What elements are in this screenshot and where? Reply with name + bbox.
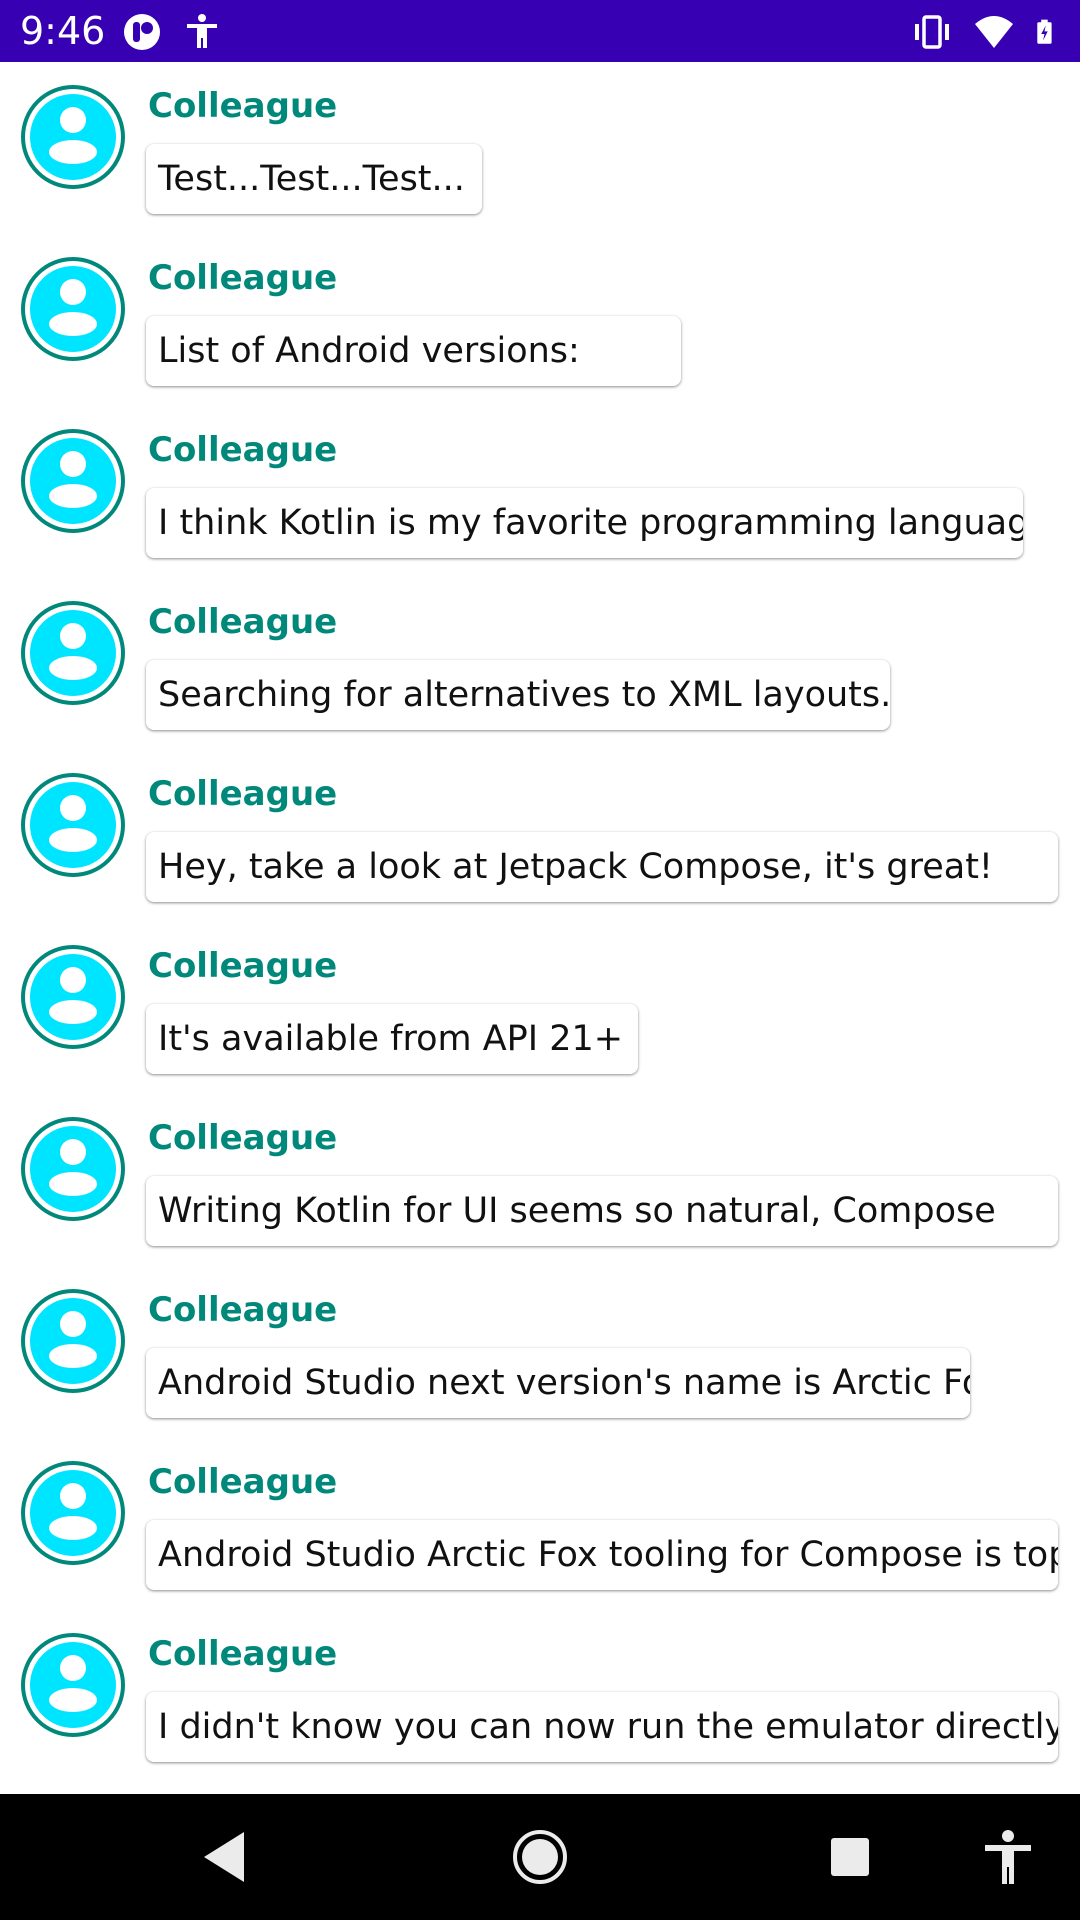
wifi-icon — [975, 16, 1013, 48]
message-bubble: I didn't know you can now run the emulat… — [146, 1692, 1058, 1762]
sender-name: Colleague — [148, 1634, 338, 1674]
vibrate-icon — [915, 15, 949, 49]
message-item[interactable]: Colleague Hey, take a look at Jetpack Co… — [0, 750, 1080, 922]
sender-name: Colleague — [148, 430, 338, 470]
message-item[interactable]: Colleague Searching for alternatives to … — [0, 578, 1080, 750]
message-item[interactable]: Colleague I didn't know you can now run … — [0, 1610, 1080, 1782]
accessibility-icon — [187, 14, 217, 48]
avatar-profile-icon — [21, 945, 125, 1049]
back-icon[interactable] — [192, 1824, 258, 1890]
notification-app-icon — [124, 14, 160, 50]
avatar-profile-icon — [21, 601, 125, 705]
avatar-profile-icon — [21, 1117, 125, 1221]
home-icon[interactable] — [507, 1824, 573, 1890]
message-bubble: Hey, take a look at Jetpack Compose, it'… — [146, 832, 1058, 902]
accessibility-icon[interactable] — [975, 1824, 1041, 1890]
message-item[interactable]: Colleague Android Studio next version's … — [0, 1266, 1080, 1438]
avatar-profile-icon — [21, 1633, 125, 1737]
message-item[interactable]: Colleague Test...Test...Test... — [0, 62, 1080, 234]
message-item[interactable]: Colleague I think Kotlin is my favorite … — [0, 406, 1080, 578]
message-list[interactable]: Colleague Test...Test...Test... Colleagu… — [0, 62, 1080, 1794]
navigation-bar — [0, 1794, 1080, 1920]
sender-name: Colleague — [148, 86, 338, 126]
message-bubble: It's available from API 21+ :) — [146, 1004, 638, 1074]
message-bubble: Android Studio next version's name is Ar… — [146, 1348, 970, 1418]
battery-charging-icon — [1037, 19, 1052, 44]
status-bar: 9:46 — [0, 0, 1080, 62]
sender-name: Colleague — [148, 1462, 338, 1502]
message-bubble: Writing Kotlin for UI seems so natural, … — [146, 1176, 1058, 1246]
message-item[interactable]: Colleague It's available from API 21+ :) — [0, 922, 1080, 1094]
avatar-profile-icon — [21, 429, 125, 533]
avatar-profile-icon — [21, 773, 125, 877]
message-item[interactable]: Colleague List of Android versions: — [0, 234, 1080, 406]
sender-name: Colleague — [148, 602, 338, 642]
avatar-profile-icon — [21, 257, 125, 361]
recents-icon[interactable] — [817, 1824, 883, 1890]
message-bubble: Test...Test...Test... — [146, 144, 482, 214]
message-bubble: Android Studio Arctic Fox tooling for Co… — [146, 1520, 1058, 1590]
sender-name: Colleague — [148, 946, 338, 986]
sender-name: Colleague — [148, 774, 338, 814]
message-bubble: List of Android versions: — [146, 316, 681, 386]
status-time: 9:46 — [20, 9, 106, 53]
sender-name: Colleague — [148, 1118, 338, 1158]
message-bubble: I think Kotlin is my favorite programmin… — [146, 488, 1023, 558]
message-bubble: Searching for alternatives to XML layout… — [146, 660, 890, 730]
sender-name: Colleague — [148, 1290, 338, 1330]
avatar-profile-icon — [21, 1461, 125, 1565]
message-item[interactable]: Colleague Writing Kotlin for UI seems so… — [0, 1094, 1080, 1266]
message-item[interactable]: Colleague Android Studio Arctic Fox tool… — [0, 1438, 1080, 1610]
avatar-profile-icon — [21, 1289, 125, 1393]
avatar-profile-icon — [21, 85, 125, 189]
sender-name: Colleague — [148, 258, 338, 298]
